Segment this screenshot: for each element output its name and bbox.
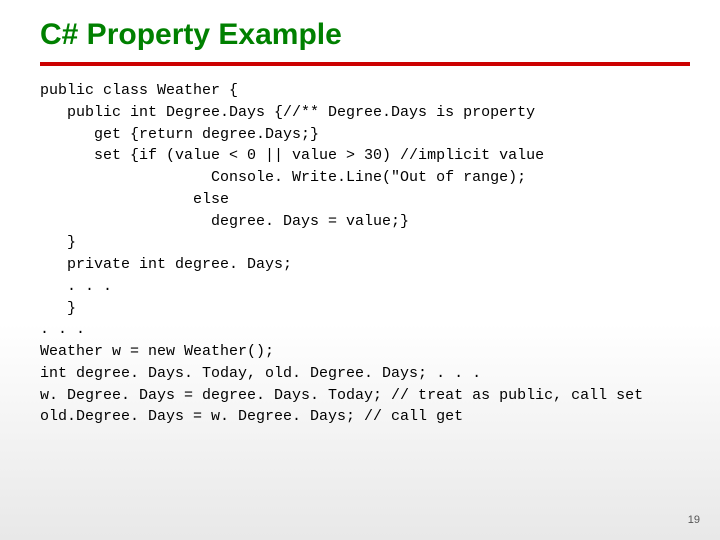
- code-line: old.Degree. Days = w. Degree. Days; // c…: [40, 408, 463, 425]
- code-line: public int Degree.Days {//** Degree.Days…: [40, 104, 535, 121]
- code-line: . . .: [40, 278, 112, 295]
- slide-title: C# Property Example: [40, 18, 690, 52]
- code-line: set {if (value < 0 || value > 30) //impl…: [40, 147, 544, 164]
- code-line: get {return degree.Days;}: [40, 126, 319, 143]
- code-line: }: [40, 234, 76, 251]
- code-line: else: [40, 191, 229, 208]
- code-line: . . .: [40, 321, 85, 338]
- code-line: }: [40, 300, 76, 317]
- code-block: public class Weather { public int Degree…: [40, 80, 690, 428]
- code-line: Weather w = new Weather();: [40, 343, 274, 360]
- title-underline: [40, 62, 690, 66]
- page-number: 19: [688, 514, 700, 526]
- code-line: int degree. Days. Today, old. Degree. Da…: [40, 365, 481, 382]
- slide: C# Property Example public class Weather…: [0, 0, 720, 540]
- code-line: private int degree. Days;: [40, 256, 292, 273]
- code-line: degree. Days = value;}: [40, 213, 409, 230]
- code-line: public class Weather {: [40, 82, 238, 99]
- code-line: w. Degree. Days = degree. Days. Today; /…: [40, 387, 643, 404]
- code-line: Console. Write.Line("Out of range);: [40, 169, 526, 186]
